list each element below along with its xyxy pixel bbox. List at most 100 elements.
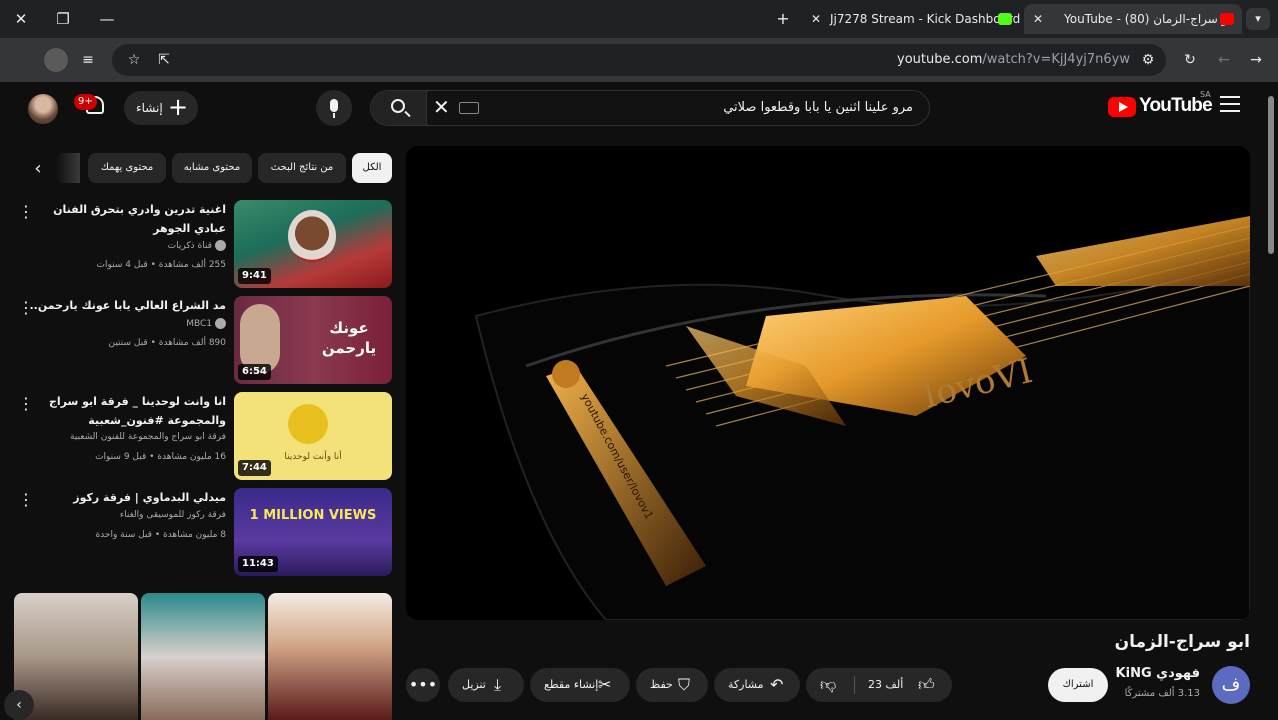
subscribe-button[interactable]: اشتراك (1048, 668, 1108, 702)
search-bar[interactable]: ✕ مرو علينا اثنين يا بابا وقطعوا صلاتي (370, 90, 930, 126)
account-avatar[interactable] (28, 94, 58, 124)
channel-name[interactable]: فهودي KiNG (1116, 666, 1200, 681)
window-minimize-icon[interactable]: — (94, 6, 120, 32)
reload-icon[interactable]: ↻ (1178, 48, 1202, 72)
short-thumbnail[interactable] (268, 593, 392, 720)
profile-avatar-icon[interactable] (44, 48, 68, 72)
share-label: مشاركة (728, 678, 764, 691)
search-icon (391, 99, 405, 113)
more-vert-icon[interactable]: ⋮ (18, 202, 34, 222)
rec-meta: 16 مليون مشاهدة • قبل 9 سنوات (95, 452, 226, 462)
download-button[interactable]: تنزيل ⤓ (448, 668, 524, 702)
like-dislike-group: 👎︎ 23 ألف 👍︎ (806, 668, 952, 702)
youtube-favicon-icon (1220, 13, 1234, 25)
country-code: SA (1200, 90, 1211, 99)
video-thumbnail[interactable]: عونك يارحمن 6:54 (234, 296, 392, 384)
like-icon[interactable]: 👍︎ (918, 668, 935, 702)
rec-meta: 255 ألف مشاهدة • قبل 4 سنوات (96, 260, 226, 270)
more-vert-icon[interactable]: ⋮ (18, 490, 34, 510)
share-button[interactable]: مشاركة ↶ (714, 668, 800, 702)
more-actions-icon[interactable]: ••• (406, 668, 440, 702)
bookmark-icon: ⛉ (678, 675, 691, 694)
video-thumbnail[interactable]: أنا وأنت لوحدينا 7:44 (234, 392, 392, 480)
save-button[interactable]: حفظ ⛉ (636, 668, 708, 702)
tab-search-icon[interactable]: ▾ (1246, 8, 1270, 30)
more-vert-icon[interactable]: ⋮ (18, 298, 34, 318)
rec-channel-name: MBC1 (186, 319, 212, 329)
list-item[interactable]: 9:41 اغنية تدرين وادري بتحرق الفنان عباد… (10, 200, 392, 290)
window-close-icon[interactable]: ✕ (8, 6, 34, 32)
microphone-icon (330, 99, 338, 118)
download-icon: ⤓ (494, 675, 502, 694)
voice-search-button[interactable] (316, 90, 352, 126)
chevron-left-icon[interactable]: ‹ (28, 158, 48, 180)
chip-fade (56, 153, 80, 183)
scissors-icon: ✂ (598, 675, 612, 694)
notification-badge: 9+ (74, 94, 97, 110)
menu-icon[interactable] (1220, 96, 1240, 112)
thumbnail-text: 1 MILLION VIEWS (249, 508, 377, 523)
rec-channel: MBC1 (186, 318, 226, 329)
new-tab-icon[interactable]: + (772, 6, 794, 32)
install-app-icon[interactable]: ⇱ (152, 48, 176, 72)
page-scrollbar[interactable] (1268, 96, 1274, 254)
rec-title: مد الشراع العالي يابا عونك يارحمن.. (29, 299, 227, 312)
tab-youtube[interactable]: ✕ YouTube - ابو سراج-الزمان (80) (1024, 4, 1242, 34)
shorts-scroll-left-icon[interactable]: ‹ (4, 690, 34, 720)
browser-toolbar: ≡ ☆ ⇱ youtube.com/watch?v=KjJ4yj7n6yw ⚙ … (0, 38, 1278, 82)
clear-search-icon[interactable]: ✕ (433, 95, 450, 119)
rec-title: انا وانت لوحدينا _ فرقة ابو سراج والمجمو… (48, 395, 226, 427)
subscriber-count: 3.13 ألف مشتركًا (1124, 688, 1200, 699)
rec-meta: 890 ألف مشاهدة • قبل سنتين (108, 338, 226, 348)
bookmark-star-icon[interactable]: ☆ (122, 48, 146, 72)
back-icon[interactable]: → (1244, 48, 1268, 72)
duration-badge: 11:43 (238, 556, 278, 572)
plus-icon: + (168, 93, 189, 121)
save-label: حفظ (650, 678, 673, 691)
create-button[interactable]: إنشاء + (124, 91, 198, 125)
tab-close-icon[interactable]: ✕ (1028, 4, 1048, 34)
list-item[interactable]: أنا وأنت لوحدينا 7:44 انا وانت لوحدينا _… (10, 392, 392, 482)
chip-all[interactable]: الكل (352, 153, 392, 183)
rec-title: ميدلي البدماوي | فرقة ركوز (73, 491, 226, 504)
rec-channel: فرقة ركوز للموسيقى والغناء (119, 510, 226, 520)
more-vert-icon[interactable]: ⋮ (18, 394, 34, 414)
rec-title: اغنية تدرين وادري بتحرق الفنان عبادي الج… (53, 203, 226, 235)
reading-list-icon[interactable]: ≡ (76, 48, 100, 72)
thumbnail-text: عونك يارحمن (321, 319, 377, 357)
duration-badge: 9:41 (238, 268, 271, 284)
search-input[interactable]: مرو علينا اثنين يا بابا وقطعوا صلاتي (723, 91, 913, 125)
share-icon: ↶ (770, 675, 784, 694)
tab-close-icon[interactable]: ✕ (806, 4, 826, 34)
tab-kick-dashboard[interactable]: ✕ Jj7278 Stream - Kick Dashboard (802, 4, 1024, 34)
site-settings-icon[interactable]: ⚙ (1136, 48, 1160, 72)
window-restore-icon[interactable]: ❐ (50, 6, 76, 32)
search-button[interactable] (371, 91, 427, 125)
url-host: youtube.com (897, 52, 983, 67)
youtube-header: 9+ إنشاء + ✕ مرو علينا اثنين يا بابا وقط… (0, 82, 1278, 134)
dislike-icon[interactable]: 👎︎ (820, 668, 836, 702)
clip-label: إنشاء مقطع (544, 678, 599, 691)
chip-from-search[interactable]: من نتائج البحث (258, 153, 346, 183)
tab-title: Jj7278 Stream - Kick Dashboard (830, 12, 1021, 26)
video-thumbnail[interactable]: 9:41 (234, 200, 392, 288)
chip-related[interactable]: محتوى مشابه (172, 153, 252, 183)
chip-for-you[interactable]: محتوى يهمك (88, 153, 166, 183)
list-item[interactable]: 1 MILLION VIEWS 11:43 ميدلي البدماوي | ف… (10, 488, 392, 578)
download-label: تنزيل (462, 678, 486, 691)
video-player[interactable]: IovoVI youtube.com/user/Iovov1 (406, 146, 1250, 620)
like-count[interactable]: 23 ألف (868, 668, 903, 702)
thumbnail-text: أنا وأنت لوحدينا (284, 452, 342, 462)
address-bar[interactable]: ☆ ⇱ youtube.com/watch?v=KjJ4yj7n6yw ⚙ (112, 44, 1166, 76)
channel-avatar[interactable]: ف (1212, 666, 1250, 704)
kick-favicon-icon (998, 13, 1012, 25)
list-item[interactable]: عونك يارحمن 6:54 مد الشراع العالي يابا ع… (10, 296, 392, 386)
keyboard-icon[interactable] (459, 102, 479, 114)
forward-icon[interactable]: ← (1212, 48, 1236, 72)
rec-channel: قناة ذكريات (168, 240, 226, 251)
rec-channel: فرقة ابو سراج والمجموعة للفنون الشعبية (70, 432, 226, 442)
clip-button[interactable]: إنشاء مقطع ✂ (530, 668, 630, 702)
video-thumbnail[interactable]: 1 MILLION VIEWS 11:43 (234, 488, 392, 576)
short-thumbnail[interactable] (141, 593, 265, 720)
browser-tab-bar: ✕ ❐ — + ✕ Jj7278 Stream - Kick Dashboard… (0, 0, 1278, 38)
